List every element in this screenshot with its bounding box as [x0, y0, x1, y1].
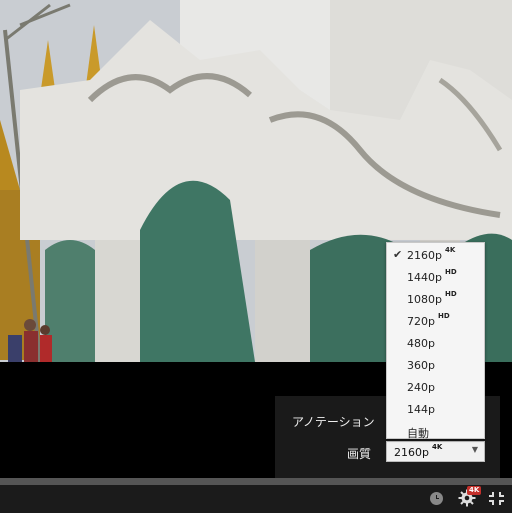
annotation-label: アノテーション [292, 415, 375, 429]
quality-badge: 4K [467, 486, 482, 495]
checkmark-icon: ✔ [393, 248, 403, 261]
quality-select[interactable]: 2160p 4K ▼ [386, 441, 485, 462]
quality-dropdown: ✔ 2160p 4K 1440p HD 1080p HD 720p HD 480p 36… [386, 242, 485, 442]
video-player[interactable]: アノテーション 画質 2160p 4K ▼ ✔ 2160p 4K 1440p HD 1… [0, 0, 512, 513]
progress-bar[interactable] [0, 478, 512, 485]
quality-option-240p[interactable]: 240p [387, 376, 484, 398]
quality-option-1440p[interactable]: 1440p HD [387, 266, 484, 288]
quality-option-480p[interactable]: 480p [387, 332, 484, 354]
watch-later-icon[interactable] [430, 492, 443, 505]
chevron-down-icon: ▼ [471, 445, 478, 454]
quality-option-1080p[interactable]: 1080p HD [387, 288, 484, 310]
quality-option-720p[interactable]: 720p HD [387, 310, 484, 332]
controls-bar: 4K [0, 485, 512, 513]
quality-option-auto[interactable]: 自動 [387, 420, 484, 442]
quality-option-2160p[interactable]: ✔ 2160p 4K [387, 244, 484, 266]
quality-option-360p[interactable]: 360p [387, 354, 484, 376]
quality-label: 画質 [347, 447, 372, 461]
quality-select-badge: 4K [431, 443, 443, 451]
quality-select-value: 2160p 4K [394, 443, 443, 459]
quality-option-144p[interactable]: 144p [387, 398, 484, 420]
exit-fullscreen-icon[interactable] [488, 491, 505, 506]
